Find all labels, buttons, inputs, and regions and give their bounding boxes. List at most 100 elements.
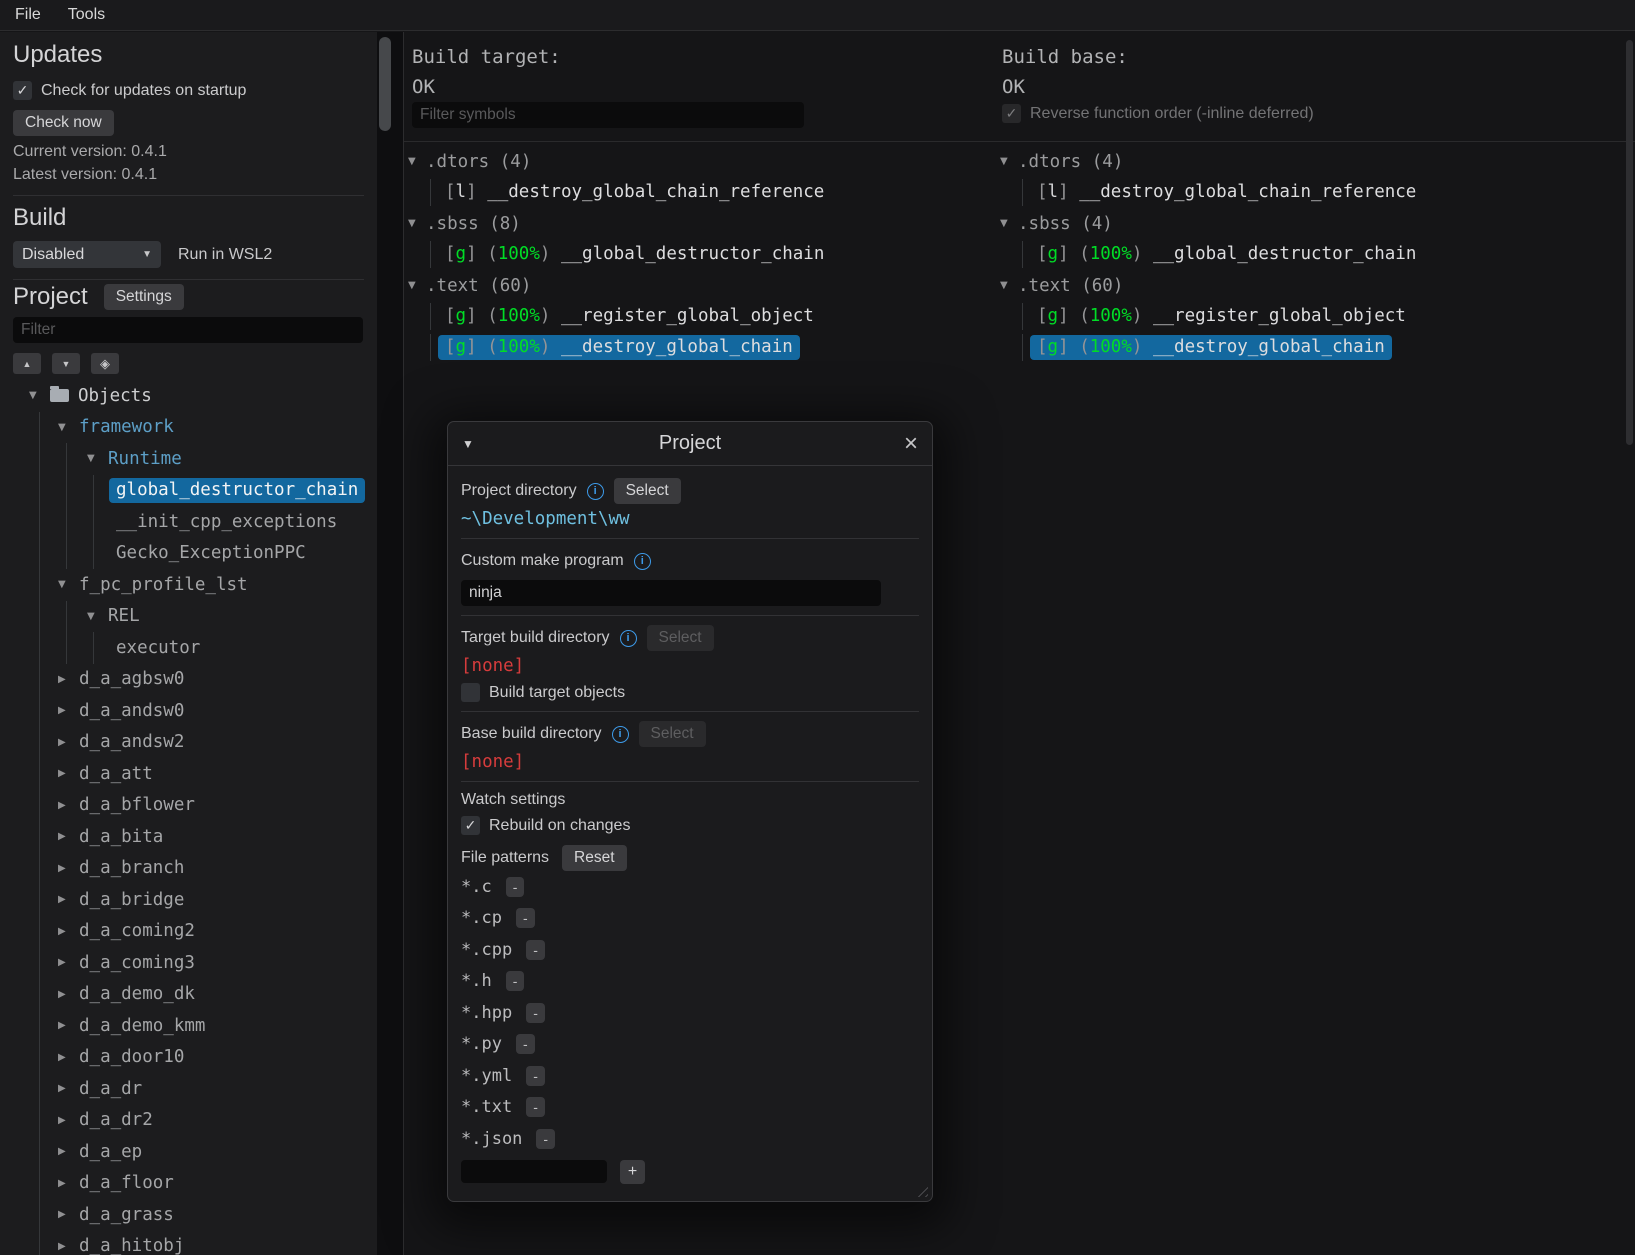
chevron-down-icon[interactable]: ▼ — [1000, 280, 1018, 291]
tree-item-label[interactable]: framework — [79, 417, 174, 437]
tree-item[interactable]: executor — [13, 632, 376, 664]
symbol-filter-input[interactable] — [412, 102, 804, 128]
symbol-entry[interactable]: [g] (100%) __register_global_object — [1030, 304, 1413, 329]
remove-pattern-button[interactable]: - — [536, 1128, 556, 1149]
symbol-row[interactable]: [l] __destroy_global_chain_reference — [1000, 177, 1590, 208]
tree-item-label[interactable]: d_a_demo_dk — [79, 984, 195, 1004]
build-target-objects-checkbox[interactable] — [461, 683, 480, 702]
tree-item[interactable]: ▼ Runtime — [13, 443, 376, 475]
tree-item[interactable]: ▶ d_a_andsw0 — [13, 695, 376, 727]
tree-item-label[interactable]: d_a_andsw0 — [79, 701, 184, 721]
symbol-entry[interactable]: [g] (100%) __destroy_global_chain — [438, 335, 800, 360]
tree-item-label[interactable]: REL — [108, 606, 140, 626]
locate-object-button[interactable]: ◈ — [91, 353, 119, 374]
tree-item-label[interactable]: d_a_grass — [79, 1205, 174, 1225]
remove-pattern-button[interactable]: - — [526, 1002, 545, 1023]
tree-item[interactable]: ▶ d_a_bita — [13, 821, 376, 853]
tree-item-label[interactable]: d_a_dr — [79, 1079, 142, 1099]
tree-item[interactable]: ▼ Objects — [13, 380, 376, 412]
symbol-entry[interactable]: [g] (100%) __global_destructor_chain — [1030, 242, 1423, 267]
check-updates-checkbox[interactable]: ✓ — [13, 81, 32, 100]
tree-item[interactable]: ▼ framework — [13, 411, 376, 443]
tree-item-label[interactable]: Gecko_ExceptionPPC — [116, 543, 306, 563]
chevron-right-icon[interactable]: ▶ — [58, 926, 79, 937]
tree-item[interactable]: ▶ d_a_att — [13, 758, 376, 790]
chevron-down-icon[interactable]: ▼ — [87, 453, 108, 464]
chevron-right-icon[interactable]: ▶ — [58, 674, 79, 685]
chevron-right-icon[interactable]: ▶ — [58, 831, 79, 842]
tree-item[interactable]: ▶ d_a_dr — [13, 1073, 376, 1105]
symbol-entry[interactable]: [g] (100%) __destroy_global_chain — [1030, 335, 1392, 360]
tree-item-label[interactable]: d_a_bita — [79, 827, 163, 847]
check-now-button[interactable]: Check now — [13, 110, 114, 136]
tree-item-label[interactable]: d_a_coming3 — [79, 953, 195, 973]
tree-item[interactable]: ▶ d_a_coming3 — [13, 947, 376, 979]
rebuild-on-changes-checkbox[interactable]: ✓ — [461, 816, 480, 835]
tree-item[interactable]: ▶ d_a_demo_kmm — [13, 1010, 376, 1042]
tree-item[interactable]: __init_cpp_exceptions — [13, 506, 376, 538]
expand-all-button[interactable]: ▼ — [52, 353, 80, 374]
menu-tools[interactable]: Tools — [68, 6, 105, 24]
tree-item[interactable]: ▶ d_a_agbsw0 — [13, 663, 376, 695]
remove-pattern-button[interactable]: - — [505, 971, 525, 992]
project-filter-input[interactable] — [13, 317, 363, 343]
tree-item-label[interactable]: global_destructor_chain — [109, 477, 366, 503]
chevron-down-icon[interactable]: ▼ — [1000, 218, 1018, 229]
build-target-objects-row[interactable]: Build target objects — [461, 683, 919, 702]
chevron-right-icon[interactable]: ▶ — [58, 863, 79, 874]
tree-item-label[interactable]: d_a_dr2 — [79, 1110, 153, 1130]
tree-item-label[interactable]: d_a_andsw2 — [79, 732, 184, 752]
info-icon[interactable]: i — [586, 482, 604, 500]
tree-item-label[interactable]: Runtime — [108, 449, 182, 469]
tree-item[interactable]: ▶ d_a_hitobj — [13, 1230, 376, 1255]
chevron-right-icon[interactable]: ▶ — [58, 705, 79, 716]
symbol-row[interactable]: [g] (100%) __destroy_global_chain — [1000, 332, 1590, 363]
symbol-row[interactable]: [g] (100%) __global_destructor_chain — [1000, 239, 1590, 270]
tree-item-label[interactable]: d_a_bflower — [79, 795, 195, 815]
symbol-row[interactable]: [l] __destroy_global_chain_reference — [408, 177, 998, 208]
custom-make-input[interactable] — [461, 580, 881, 606]
tree-item-label[interactable]: f_pc_profile_lst — [79, 575, 248, 595]
chevron-right-icon[interactable]: ▶ — [58, 1115, 79, 1126]
tree-item[interactable]: ▶ d_a_bridge — [13, 884, 376, 916]
chevron-right-icon[interactable]: ▶ — [58, 1209, 79, 1220]
project-settings-button[interactable]: Settings — [103, 284, 184, 310]
tree-item-label[interactable]: d_a_door10 — [79, 1047, 184, 1067]
info-icon[interactable]: i — [619, 629, 637, 647]
rebuild-on-changes-row[interactable]: ✓ Rebuild on changes — [461, 816, 919, 835]
tree-item[interactable]: ▼ f_pc_profile_lst — [13, 569, 376, 601]
tree-item[interactable]: ▶ d_a_floor — [13, 1167, 376, 1199]
tree-item-label[interactable]: d_a_bridge — [79, 890, 184, 910]
symbol-row[interactable]: [g] (100%) __destroy_global_chain — [408, 332, 998, 363]
base-build-dir-select-button[interactable]: Select — [638, 721, 706, 747]
tree-item[interactable]: ▶ d_a_andsw2 — [13, 726, 376, 758]
section-header[interactable]: ▼ .sbss (8) — [408, 208, 998, 239]
chevron-right-icon[interactable]: ▶ — [58, 1146, 79, 1157]
add-pattern-button[interactable]: + — [620, 1159, 645, 1184]
chevron-right-icon[interactable]: ▶ — [58, 1241, 79, 1252]
menu-file[interactable]: File — [15, 6, 41, 24]
chevron-down-icon[interactable]: ▼ — [87, 611, 108, 622]
sidebar-scrollbar-track[interactable] — [377, 32, 403, 1255]
main-scrollbar-thumb[interactable] — [1626, 40, 1633, 445]
target-build-dir-select-button[interactable]: Select — [646, 625, 714, 651]
dialog-collapse-icon[interactable]: ▼ — [462, 437, 484, 451]
chevron-right-icon[interactable]: ▶ — [58, 894, 79, 905]
section-header[interactable]: ▼ .dtors (4) — [1000, 146, 1590, 177]
info-icon[interactable]: i — [611, 725, 629, 743]
chevron-right-icon[interactable]: ▶ — [58, 1020, 79, 1031]
chevron-right-icon[interactable]: ▶ — [58, 1052, 79, 1063]
collapse-all-button[interactable]: ▲ — [13, 353, 41, 374]
tree-item-label[interactable]: d_a_coming2 — [79, 921, 195, 941]
tree-item-label[interactable]: d_a_demo_kmm — [79, 1016, 205, 1036]
symbol-entry[interactable]: [g] (100%) __register_global_object — [438, 304, 821, 329]
chevron-right-icon[interactable]: ▶ — [58, 800, 79, 811]
project-directory-select-button[interactable]: Select — [613, 478, 681, 504]
section-header[interactable]: ▼ .dtors (4) — [408, 146, 998, 177]
sidebar-scrollbar-thumb[interactable] — [379, 37, 391, 131]
chevron-right-icon[interactable]: ▶ — [58, 737, 79, 748]
chevron-down-icon[interactable]: ▼ — [29, 390, 50, 401]
tree-item-label[interactable]: d_a_agbsw0 — [79, 669, 184, 689]
tree-item-label[interactable]: __init_cpp_exceptions — [116, 512, 337, 532]
chevron-down-icon[interactable]: ▼ — [408, 156, 426, 167]
